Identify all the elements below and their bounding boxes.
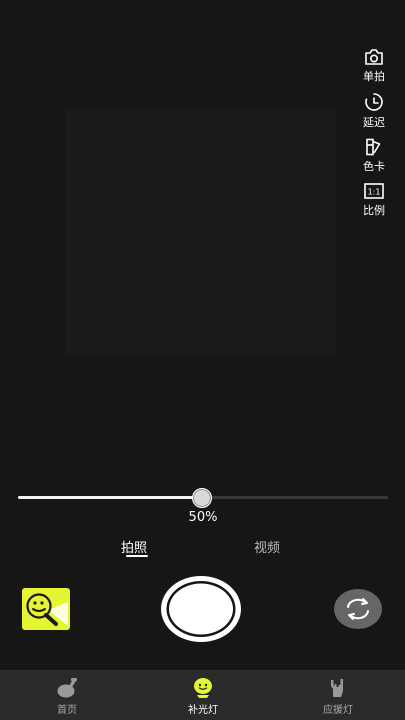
capture-mode-tabs: 拍照 视频 — [0, 537, 405, 563]
tab-video[interactable]: 视频 — [254, 537, 280, 556]
aspect-ratio-button[interactable]: 1:1 比例 — [363, 182, 385, 218]
switch-camera-icon — [334, 589, 382, 629]
bottom-navigation: 首页 补光灯 应援灯 — [0, 670, 405, 720]
nav-home-label: 首页 — [57, 705, 77, 716]
home-icon — [57, 678, 77, 698]
camera-tool-column: 单拍 延迟 色卡 1:1 比例 — [359, 48, 389, 226]
color-card-label: 色卡 — [363, 160, 385, 173]
tab-photo[interactable]: 拍照 — [121, 537, 147, 556]
brightness-value: 50% — [188, 510, 218, 525]
nav-item-fill-light[interactable]: 补光灯 — [163, 670, 243, 720]
slider-thumb[interactable] — [192, 488, 212, 508]
delay-timer-button[interactable]: 延迟 — [363, 92, 385, 130]
brightness-slider[interactable] — [18, 488, 388, 508]
camera-icon — [365, 49, 383, 65]
nav-item-home[interactable]: 首页 — [27, 670, 107, 720]
ratio-icon-text: 1:1 — [368, 188, 381, 197]
smiley-light-button[interactable] — [22, 588, 70, 630]
delay-timer-label: 延迟 — [363, 116, 385, 129]
timer-icon — [365, 93, 383, 111]
nav-item-cheer-light[interactable]: 应援灯 — [298, 670, 378, 720]
shutter-icon — [161, 576, 241, 642]
color-card-button[interactable]: 色卡 — [363, 138, 385, 174]
fill-light-icon — [194, 678, 212, 698]
color-card-icon — [366, 138, 381, 156]
nav-fill-light-label: 补光灯 — [188, 705, 218, 716]
switch-camera-button[interactable] — [334, 589, 382, 629]
smiley-flashlight-icon — [22, 588, 70, 630]
camera-preview — [66, 108, 336, 356]
nav-cheer-light-label: 应援灯 — [323, 705, 353, 716]
shutter-button[interactable] — [160, 575, 242, 643]
aspect-ratio-label: 比例 — [363, 204, 385, 217]
burst-mode-label: 单拍 — [363, 70, 385, 83]
mode-selected-indicator — [126, 555, 148, 557]
burst-mode-button[interactable]: 单拍 — [363, 48, 385, 84]
rock-hand-icon — [331, 679, 343, 697]
aspect-ratio-icon: 1:1 — [364, 183, 384, 199]
slider-fill — [18, 496, 202, 499]
